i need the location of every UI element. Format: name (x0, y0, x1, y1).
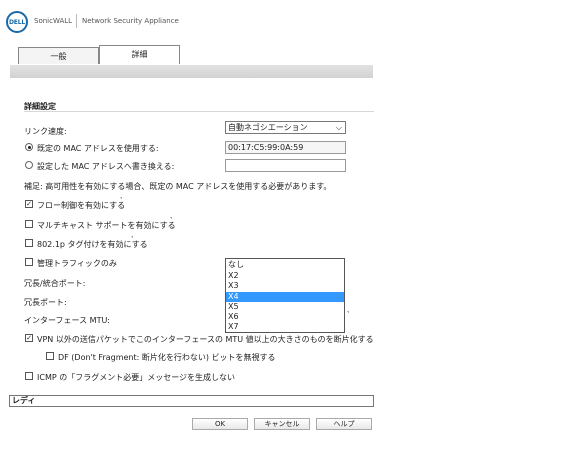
info-mark-icon: ˺ (347, 311, 350, 319)
ha-notice: 補足: 高可用性を有効にする場合、既定の MAC アドレスを使用する必要がありま… (24, 182, 332, 191)
vpn-fragment-label: VPN 以外の送信パケットでこのインターフェースの MTU 値以上の大きさのもの… (37, 335, 374, 344)
dropdown-option-x7[interactable]: X7 (226, 322, 344, 332)
multicast-checkbox[interactable] (25, 220, 33, 228)
cancel-button[interactable]: キャンセル (254, 418, 310, 430)
vpn-fragment-checkbox[interactable]: ✓ (25, 334, 33, 342)
flow-control-checkbox[interactable]: ✓ (25, 200, 33, 208)
status-bar: レディ (9, 395, 374, 407)
icmp-checkbox[interactable] (25, 372, 33, 380)
redundant-aggregate-label: 冗長/統合ポート: (24, 279, 86, 288)
df-ignore-label: DF (Don't Fragment: 断片化を行わない) ビットを無視する (58, 353, 276, 362)
info-mark-icon: ˺ (170, 217, 173, 225)
dell-logo-icon: DELL (6, 11, 28, 33)
dropdown-option-none[interactable]: なし (226, 260, 344, 270)
link-speed-select[interactable]: 自動ネゴシエーション ⌵ (225, 121, 346, 134)
mtu-label: インターフェース MTU: (24, 316, 111, 325)
ok-button[interactable]: OK (192, 418, 248, 430)
override-mac-label: 設定した MAC アドレスへ書き換える: (37, 162, 175, 171)
dropdown-option-x2[interactable]: X2 (226, 271, 344, 281)
default-mac-label: 既定の MAC アドレスを使用する: (37, 144, 159, 153)
df-ignore-checkbox[interactable] (46, 352, 54, 360)
default-mac-field: 00:17:C5:99:0A:59 (225, 141, 346, 154)
redundant-port-label: 冗長ポート: (24, 298, 67, 307)
multicast-label: マルチキャスト サポートを有効にする (37, 221, 176, 230)
mgmt-traffic-checkbox[interactable] (25, 258, 33, 266)
icmp-label: ICMP の「フラグメント必要」メッセージを生成しない (37, 373, 236, 382)
dropdown-option-x5[interactable]: X5 (226, 302, 344, 312)
default-mac-radio[interactable] (25, 143, 33, 151)
info-mark-icon: ˺ (131, 236, 134, 244)
mgmt-traffic-label: 管理トラフィックのみ (37, 259, 117, 268)
override-mac-field[interactable] (225, 159, 346, 172)
header-divider (76, 14, 77, 28)
vlan-tag-checkbox[interactable] (25, 239, 33, 247)
brand-name: SonicWALL (34, 17, 73, 25)
info-mark-icon: ˺ (120, 197, 123, 205)
dropdown-option-x4[interactable]: X4 (226, 292, 344, 302)
dropdown-option-x3[interactable]: X3 (226, 281, 344, 291)
product-name: Network Security Appliance (82, 17, 179, 25)
redundant-port-dropdown[interactable]: なし X2 X3 X4 X5 X6 X7 (225, 258, 345, 333)
help-button[interactable]: ヘルプ (316, 418, 372, 430)
dropdown-option-x6[interactable]: X6 (226, 312, 344, 322)
tab-bar (10, 65, 373, 78)
chevron-down-icon: ⌵ (335, 123, 342, 132)
tab-general[interactable]: 一般 (18, 47, 99, 64)
link-speed-value: 自動ネゴシエーション (228, 123, 308, 132)
link-speed-label: リンク速度: (24, 127, 67, 136)
tab-advanced[interactable]: 詳細 (99, 45, 180, 64)
override-mac-radio[interactable] (25, 161, 33, 169)
section-divider (24, 111, 374, 112)
flow-control-label: フロー制御を有効にする (37, 201, 126, 210)
